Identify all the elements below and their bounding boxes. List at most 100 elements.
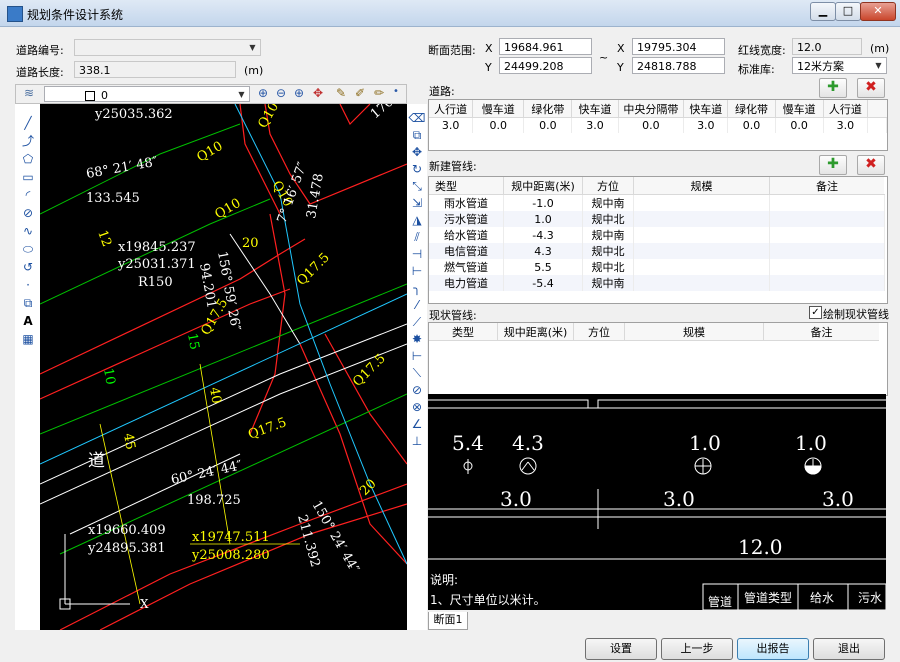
layers-icon[interactable]: ≋: [24, 86, 40, 102]
zoom-out-icon[interactable]: ⊖: [276, 86, 286, 100]
cad-canvas[interactable]: y25035.362 68° 21′ 48″ 133.545 Q10 Q10 Q…: [40, 104, 407, 630]
arc-icon[interactable]: ◜: [18, 186, 38, 204]
zoom-extents-icon[interactable]: ⊕: [258, 86, 268, 100]
highlighter-icon[interactable]: ✏: [374, 86, 384, 100]
minimize-icon[interactable]: ▁: [810, 2, 836, 21]
new-pipe-cell[interactable]: [769, 243, 885, 259]
new-pipe-cell[interactable]: 电力管道: [429, 275, 504, 291]
close-icon[interactable]: ✕: [860, 2, 896, 21]
road-cell[interactable]: 0.0: [727, 117, 776, 133]
y1-field[interactable]: 24499.208: [499, 57, 592, 74]
tab-section-1[interactable]: 断面1: [428, 612, 468, 630]
table-row[interactable]: 给水管道 -4.3 规中南: [429, 227, 885, 243]
road-cell[interactable]: 3.0: [571, 117, 619, 133]
point-icon[interactable]: ·: [18, 276, 38, 294]
zoom-in-icon[interactable]: ⊕: [294, 86, 304, 100]
table-row[interactable]: 3.0 0.0 0.0 3.0 0.0 3.0 0.0 0.0 3.0: [429, 117, 887, 133]
new-pipe-cell[interactable]: 燃气管道: [429, 259, 504, 275]
move-icon[interactable]: ✥: [407, 144, 427, 161]
new-pipe-cell[interactable]: [633, 211, 770, 227]
new-pipe-cell[interactable]: [633, 194, 770, 211]
draw-existing-checkbox[interactable]: ✓: [809, 306, 822, 319]
standard-select[interactable]: 12米方案 ▼: [792, 57, 887, 74]
rotate-icon[interactable]: ↺: [18, 258, 38, 276]
dim-linear-icon[interactable]: ⊢: [407, 348, 427, 365]
pan-icon[interactable]: ✥: [313, 86, 323, 100]
new-pipe-cell[interactable]: [633, 275, 770, 291]
new-pipe-cell[interactable]: [769, 194, 885, 211]
new-pipe-cell[interactable]: [769, 259, 885, 275]
spline-icon[interactable]: ∿: [18, 222, 38, 240]
copy-icon[interactable]: ⧉: [407, 127, 427, 144]
new-pipe-cell[interactable]: [769, 211, 885, 227]
new-pipe-cell[interactable]: [633, 243, 770, 259]
dim-diameter-icon[interactable]: ⊗: [407, 399, 427, 416]
stretch-icon[interactable]: ⇲: [407, 195, 427, 212]
new-pipe-cell[interactable]: 给水管道: [429, 227, 504, 243]
dim-angle-icon[interactable]: ∠: [407, 416, 427, 433]
plus-icon[interactable]: ✚: [819, 78, 847, 98]
new-pipe-cell[interactable]: 规中南: [582, 194, 634, 211]
polyline-icon[interactable]: ⤴: [18, 132, 38, 150]
dim-ordinate-icon[interactable]: ⊥: [407, 433, 427, 450]
block-insert-icon[interactable]: ⧉: [18, 294, 38, 312]
new-pipe-cell[interactable]: 规中北: [582, 259, 634, 275]
exit-button[interactable]: 退出: [813, 638, 885, 660]
new-pipe-cell[interactable]: 规中北: [582, 211, 634, 227]
new-pipe-cell[interactable]: 电信管道: [429, 243, 504, 259]
delete-x-icon[interactable]: ✖: [857, 78, 885, 98]
road-cell[interactable]: 3.0: [823, 117, 868, 133]
point-icon[interactable]: •: [393, 86, 399, 97]
road-no-select[interactable]: ▼: [74, 39, 261, 56]
new-pipe-cell[interactable]: 4.3: [503, 243, 583, 259]
new-pipe-cell[interactable]: 5.5: [503, 259, 583, 275]
trim-icon[interactable]: ⊣: [407, 246, 427, 263]
maximize-icon[interactable]: □: [835, 2, 861, 21]
new-pipe-cell[interactable]: -1.0: [503, 194, 583, 211]
new-pipe-cell[interactable]: 规中北: [582, 243, 634, 259]
road-length-field[interactable]: 338.1: [74, 61, 236, 78]
plus-icon[interactable]: ✚: [819, 155, 847, 175]
text-icon[interactable]: A: [18, 312, 38, 330]
extend-icon[interactable]: ⊢: [407, 263, 427, 280]
layer-select[interactable]: 0 ▼: [44, 86, 250, 102]
eraser-icon[interactable]: ⌫: [407, 110, 427, 127]
mirror-icon[interactable]: ◮: [407, 212, 427, 229]
brush-icon[interactable]: ✐: [355, 86, 365, 100]
rotate-icon[interactable]: ↻: [407, 161, 427, 178]
new-pipe-cell[interactable]: 污水管道: [429, 211, 504, 227]
fillet-icon[interactable]: ╮: [407, 280, 427, 297]
line-icon[interactable]: ╱: [18, 114, 38, 132]
redline-width-field[interactable]: 12.0: [792, 38, 862, 55]
x2-field[interactable]: 19795.304: [632, 38, 725, 55]
new-pipe-cell[interactable]: 规中南: [582, 227, 634, 243]
road-cell[interactable]: 0.0: [618, 117, 685, 133]
new-pipe-cell[interactable]: 1.0: [503, 211, 583, 227]
explode-icon[interactable]: ✸: [407, 331, 427, 348]
y2-field[interactable]: 24818.788: [632, 57, 725, 74]
road-cell[interactable]: 3.0: [429, 117, 474, 133]
settings-button[interactable]: 设置: [585, 638, 657, 660]
polygon-icon[interactable]: ⬠: [18, 150, 38, 168]
road-cell[interactable]: 3.0: [683, 117, 729, 133]
table-row[interactable]: 电力管道 -5.4 规中南: [429, 275, 885, 291]
table-row[interactable]: 雨水管道 -1.0 规中南: [429, 194, 885, 211]
new-pipe-cell[interactable]: -4.3: [503, 227, 583, 243]
break-icon[interactable]: ⁄: [407, 297, 427, 314]
table-row[interactable]: 污水管道 1.0 规中北: [429, 211, 885, 227]
new-pipe-cell[interactable]: 规中南: [582, 275, 634, 291]
table-row[interactable]: 电信管道 4.3 规中北: [429, 243, 885, 259]
join-icon[interactable]: ⟋: [407, 314, 427, 331]
rectangle-icon[interactable]: ▭: [18, 168, 38, 186]
circle-icon[interactable]: ⊘: [18, 204, 38, 222]
scale-icon[interactable]: ⤡: [407, 178, 427, 195]
new-pipe-cell[interactable]: [633, 259, 770, 275]
new-pipe-cell[interactable]: [633, 227, 770, 243]
road-cell[interactable]: 0.0: [523, 117, 573, 133]
offset-icon[interactable]: ⫽: [407, 229, 427, 246]
x1-field[interactable]: 19684.961: [499, 38, 592, 55]
table-row[interactable]: 燃气管道 5.5 规中北: [429, 259, 885, 275]
cross-section-canvas[interactable]: 5.4 4.3 1.0 1.0 3.0 3.0 3.0 12.0 说明: 1、尺…: [428, 394, 886, 610]
prev-step-button[interactable]: 上一步: [661, 638, 733, 660]
dim-aligned-icon[interactable]: ⟍: [407, 365, 427, 382]
